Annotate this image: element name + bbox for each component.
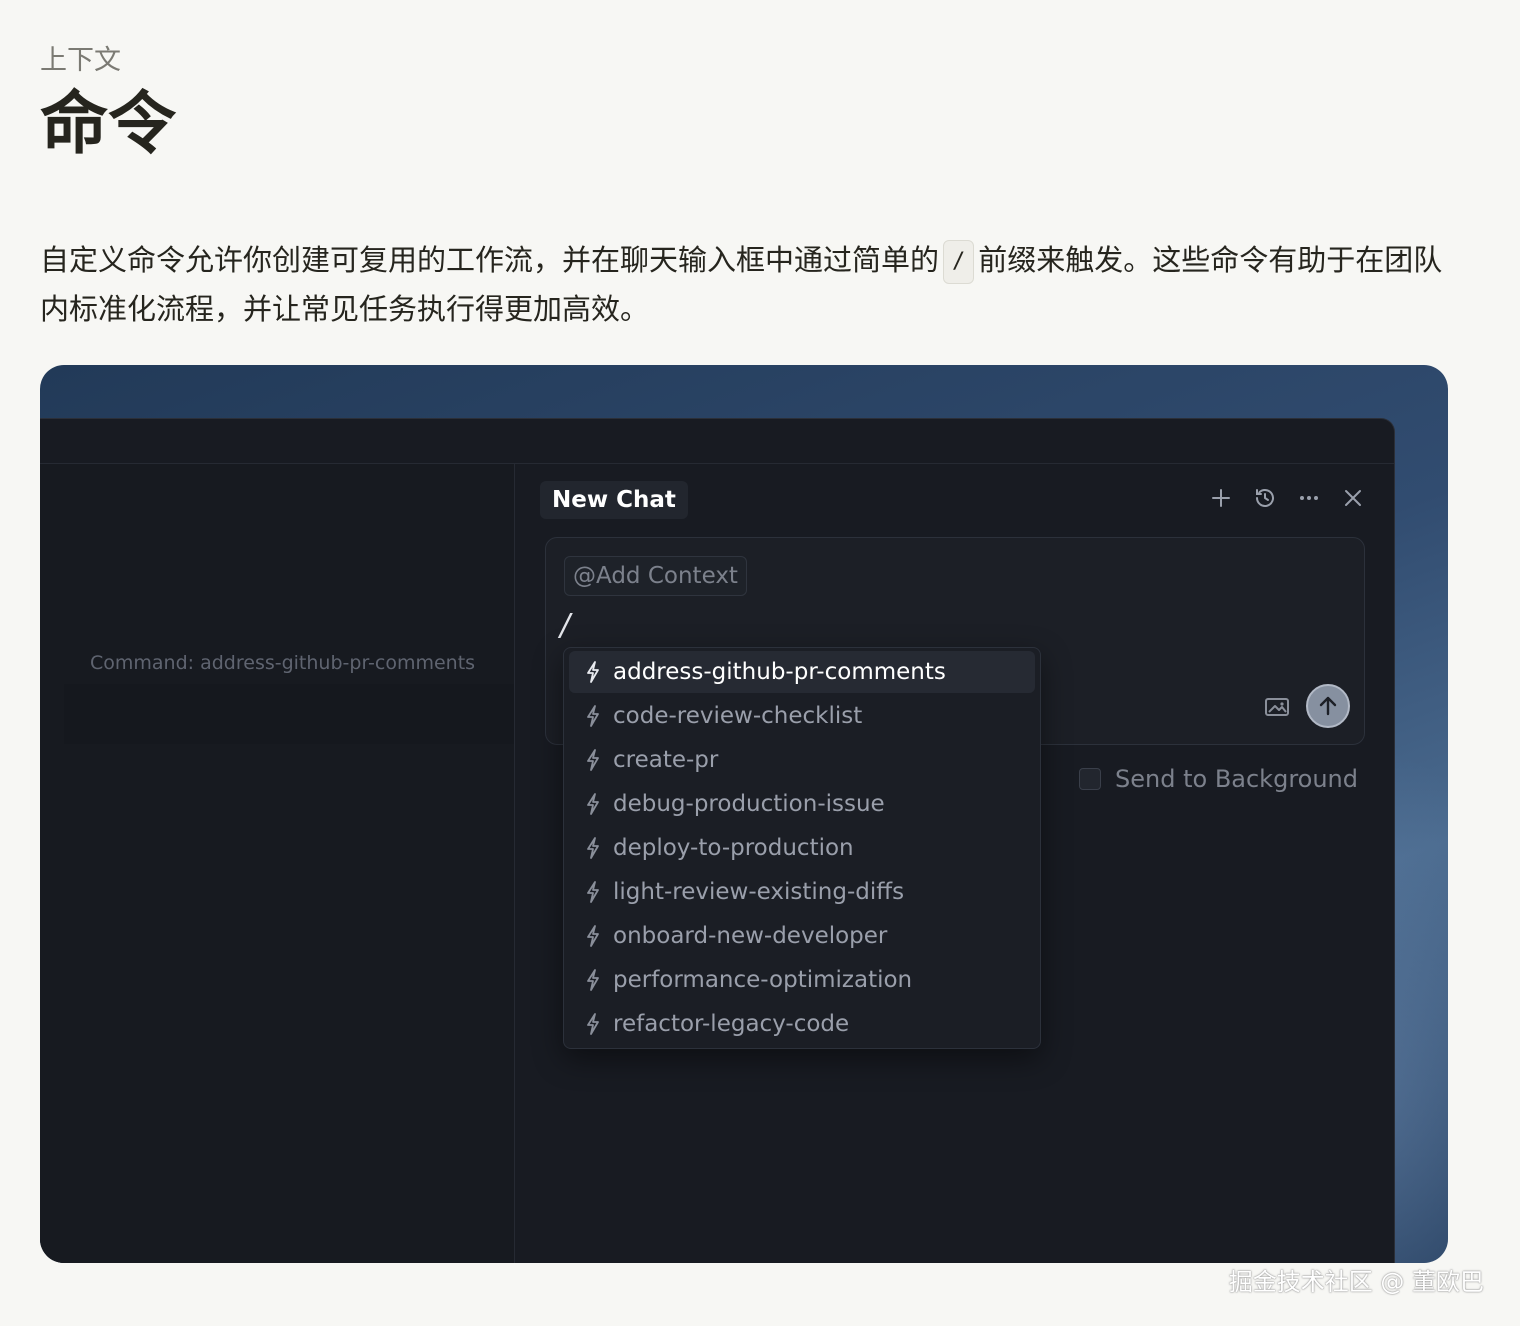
lightning-icon	[587, 705, 599, 727]
command-item-label: code-review-checklist	[613, 703, 863, 729]
image-icon[interactable]	[1264, 696, 1290, 722]
screenshot-hero: Command: address-github-pr-comments New …	[40, 365, 1448, 1263]
command-item-label: debug-production-issue	[613, 791, 885, 817]
history-icon[interactable]	[1252, 485, 1278, 511]
command-dropdown: address-github-pr-comments code-review-ch…	[563, 647, 1041, 1049]
command-item-label: refactor-legacy-code	[613, 1011, 850, 1037]
lightning-icon	[587, 661, 599, 683]
command-item[interactable]: code-review-checklist	[569, 695, 1035, 737]
chat-input[interactable]: /	[560, 608, 570, 643]
lightning-icon	[587, 749, 599, 771]
command-item[interactable]: light-review-existing-diffs	[569, 871, 1035, 913]
command-item[interactable]: address-github-pr-comments	[569, 651, 1035, 693]
lightning-icon	[587, 837, 599, 859]
command-item[interactable]: refactor-legacy-code	[569, 1003, 1035, 1045]
command-item-label: light-review-existing-diffs	[613, 879, 905, 905]
command-item[interactable]: onboard-new-developer	[569, 915, 1035, 957]
send-to-background-option[interactable]: Send to Background	[1079, 765, 1358, 793]
lightning-icon	[587, 1013, 599, 1035]
add-context-button[interactable]: @Add Context	[564, 556, 747, 596]
close-icon[interactable]	[1340, 485, 1366, 511]
chat-toolbar	[1208, 485, 1366, 511]
lightning-icon	[587, 793, 599, 815]
command-item[interactable]: create-pr	[569, 739, 1035, 781]
breadcrumb[interactable]: 上下文	[40, 38, 121, 77]
command-item-label: address-github-pr-comments	[613, 659, 946, 685]
lightning-icon	[587, 969, 599, 991]
editor-highlight-band	[64, 684, 514, 744]
inline-code-slash: /	[943, 240, 975, 284]
command-item-label: onboard-new-developer	[613, 923, 888, 949]
page-title: 命令	[40, 85, 177, 164]
command-item-label: create-pr	[613, 747, 719, 773]
send-to-background-checkbox[interactable]	[1079, 768, 1102, 790]
tab-new-chat[interactable]: New Chat	[540, 481, 688, 519]
send-button[interactable]	[1306, 684, 1350, 728]
command-item[interactable]: debug-production-issue	[569, 783, 1035, 825]
arrow-up-icon	[1319, 696, 1337, 716]
command-item[interactable]: performance-optimization	[569, 959, 1035, 1001]
app-window: Command: address-github-pr-comments New …	[40, 418, 1395, 1263]
send-to-background-label: Send to Background	[1115, 765, 1358, 793]
intro-paragraph: 自定义命令允许你创建可复用的工作流，并在聊天输入框中通过简单的 / 前缀来触发。这些…	[40, 236, 1460, 334]
lightning-icon	[587, 881, 599, 903]
intro-text-1: 自定义命令允许你创建可复用的工作流，并在聊天输入框中通过简单的	[40, 243, 940, 277]
editor-pane: Command: address-github-pr-comments	[40, 464, 515, 1263]
lightning-icon	[587, 925, 599, 947]
window-titlebar	[40, 419, 1394, 464]
command-item[interactable]: deploy-to-production	[569, 827, 1035, 869]
command-hint: Command: address-github-pr-comments	[90, 652, 476, 674]
command-item-label: performance-optimization	[613, 967, 913, 993]
plus-icon[interactable]	[1208, 485, 1234, 511]
command-item-label: deploy-to-production	[613, 835, 854, 861]
more-icon[interactable]	[1296, 485, 1322, 511]
watermark: 掘金技术社区 @ 董欧巴	[1228, 1268, 1484, 1296]
